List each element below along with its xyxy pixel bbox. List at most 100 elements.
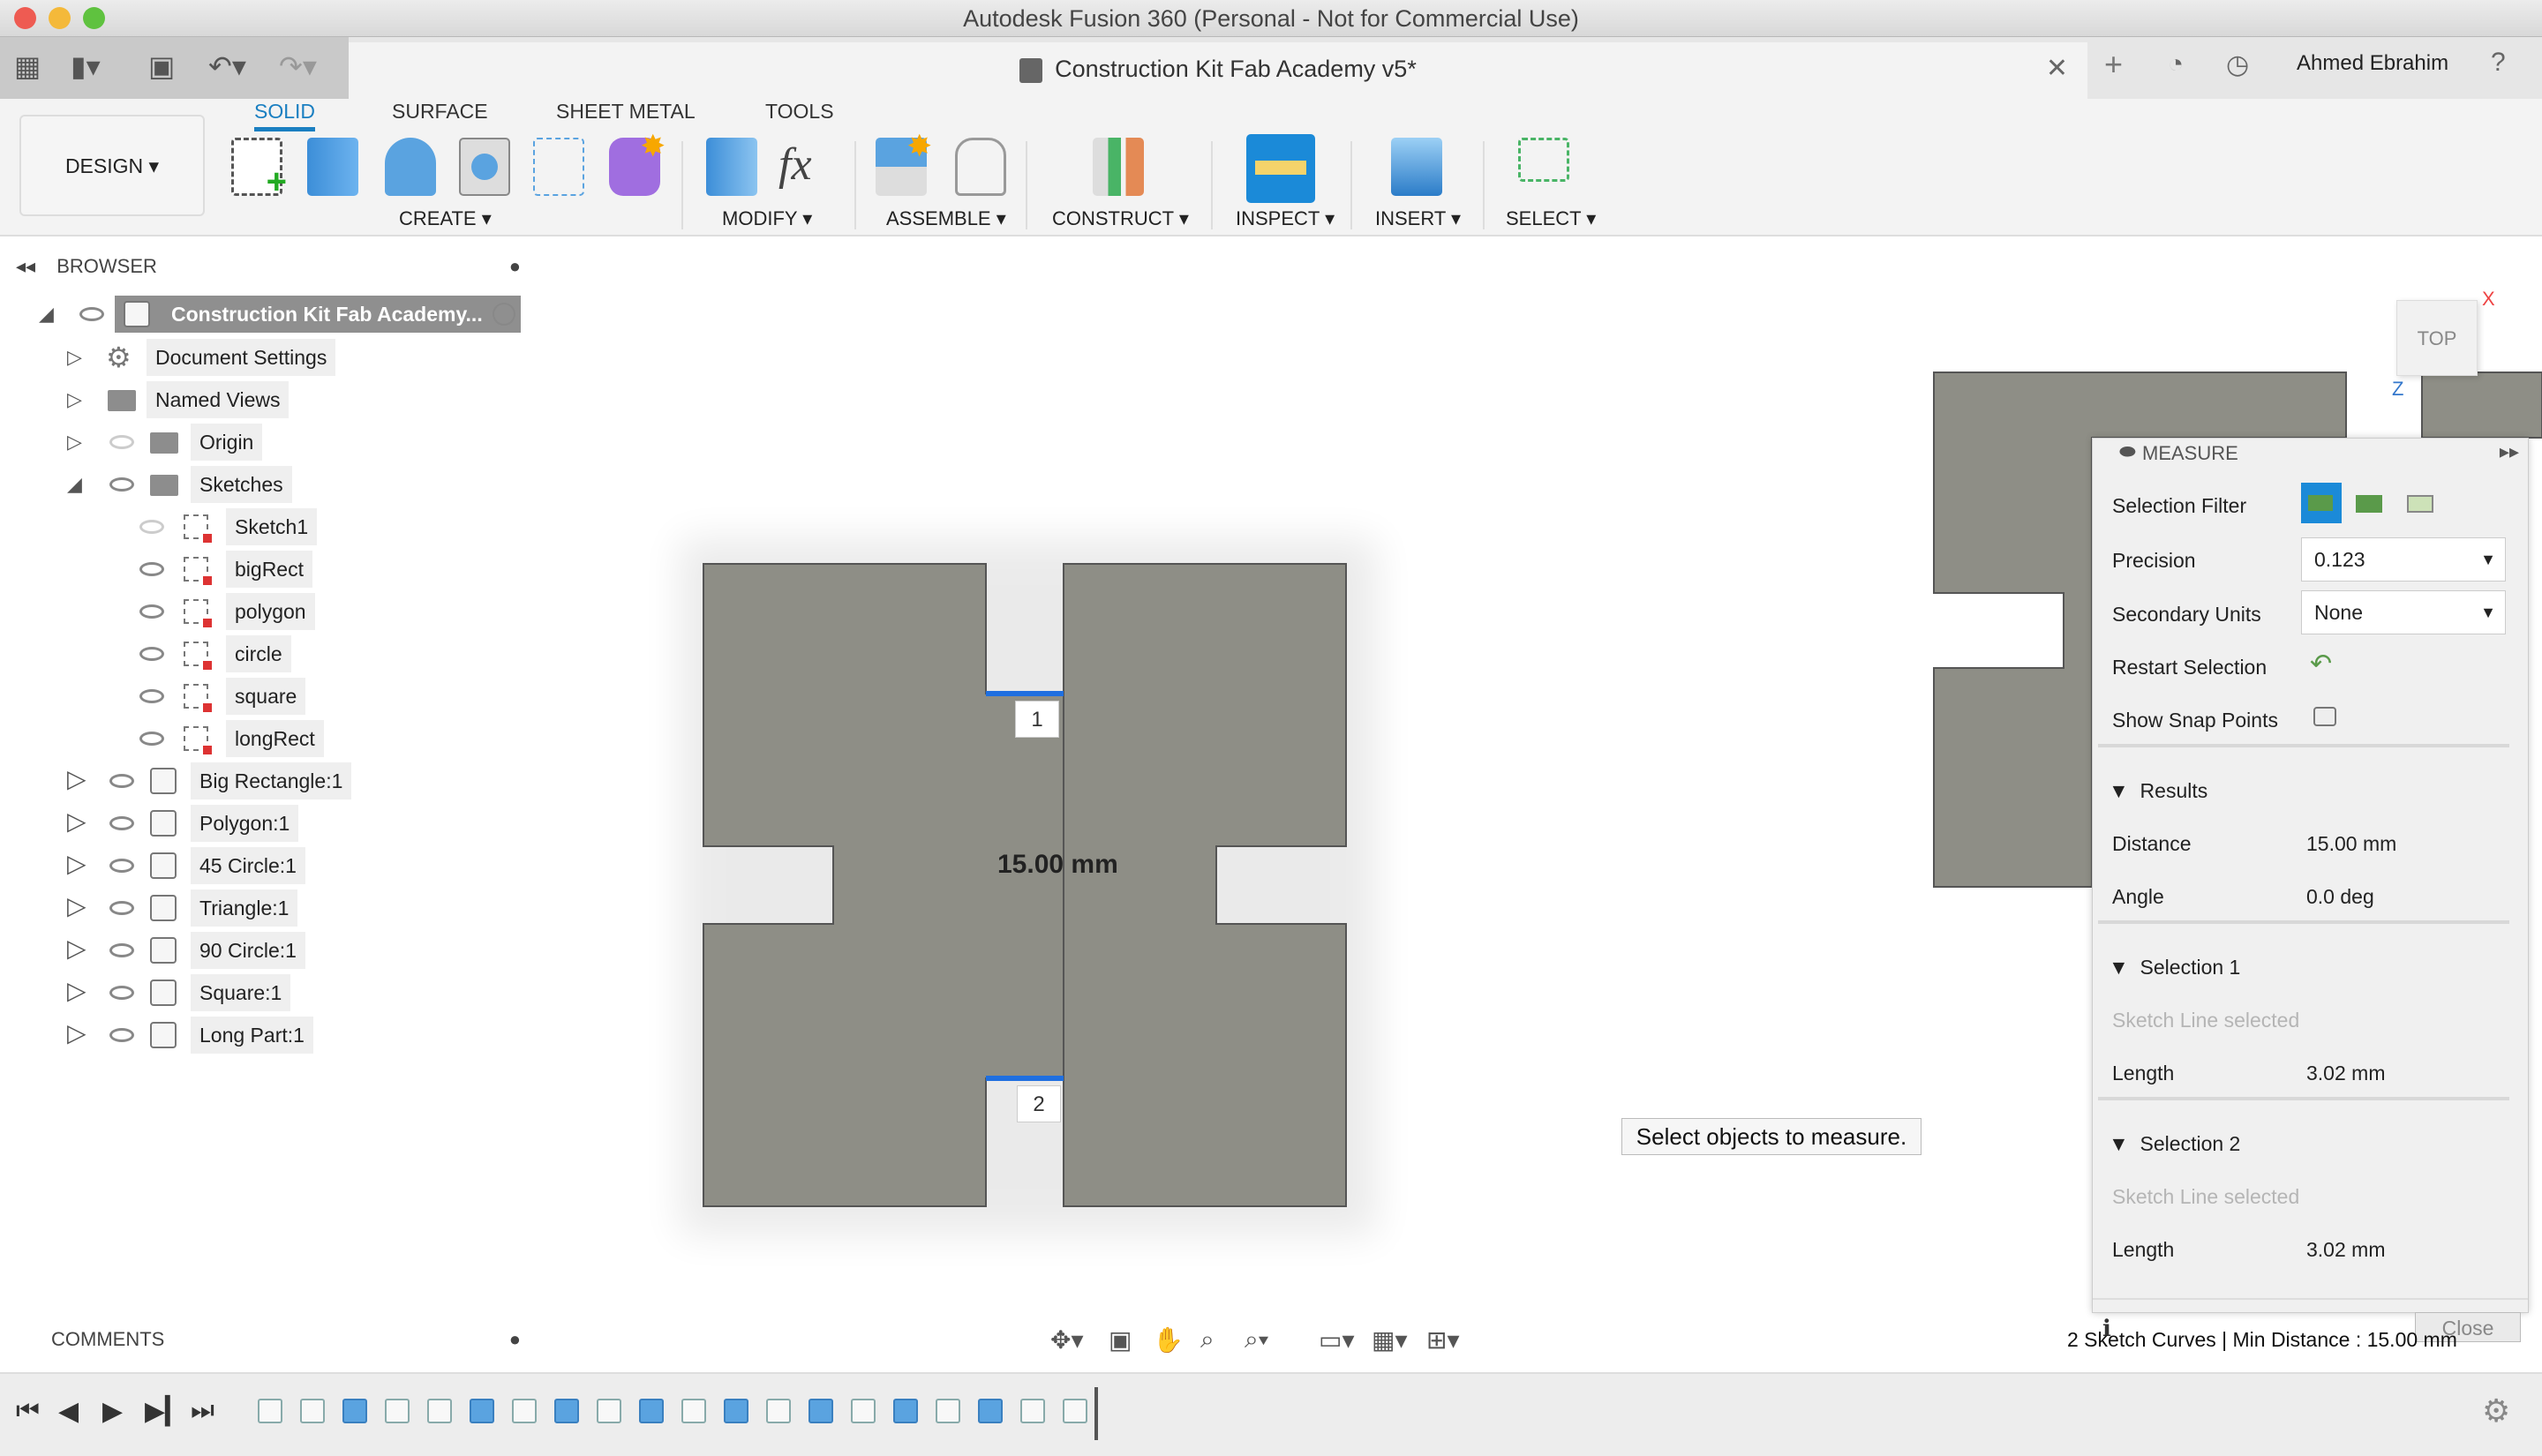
tab-solid[interactable]: SOLID bbox=[254, 100, 316, 131]
timeline-feature[interactable] bbox=[470, 1399, 494, 1423]
insert-menu[interactable]: INSERT ▾ bbox=[1375, 207, 1461, 230]
create-form-icon[interactable]: ✸ bbox=[609, 130, 666, 196]
timeline-marker[interactable] bbox=[1094, 1387, 1098, 1440]
inspect-menu[interactable]: INSPECT ▾ bbox=[1236, 207, 1335, 230]
workspace-switcher[interactable]: DESIGN ▾ bbox=[19, 115, 205, 216]
go-to-start-button[interactable]: ⏮ bbox=[16, 1396, 40, 1426]
filter-face-button[interactable] bbox=[2356, 495, 2382, 513]
distance-label: Distance bbox=[2112, 832, 2192, 855]
new-component-icon[interactable]: ✸ bbox=[876, 130, 932, 196]
divider bbox=[2098, 1097, 2509, 1100]
filter-edge-button[interactable] bbox=[2407, 495, 2433, 513]
press-pull-icon[interactable] bbox=[706, 138, 757, 196]
viewports-icon[interactable]: ⊞▾ bbox=[1426, 1325, 1460, 1355]
orbit-icon[interactable]: ✥▾ bbox=[1050, 1325, 1084, 1355]
timeline-feature[interactable] bbox=[851, 1399, 876, 1423]
job-status-icon[interactable]: ◔ bbox=[2168, 49, 2184, 79]
timeline-feature[interactable] bbox=[554, 1399, 579, 1423]
step-forward-button[interactable]: ▶▎ bbox=[145, 1396, 185, 1427]
step-back-button[interactable]: ◀ bbox=[58, 1396, 79, 1427]
precision-label: Precision bbox=[2112, 549, 2196, 572]
chevron-down-icon: ▼ bbox=[2480, 604, 2496, 621]
notifications-icon[interactable]: ◷ bbox=[2226, 49, 2249, 80]
offset-plane-icon[interactable] bbox=[1093, 138, 1144, 196]
hole-icon[interactable] bbox=[459, 138, 510, 196]
go-to-end-button[interactable]: ⏭ bbox=[191, 1396, 214, 1426]
undo-icon[interactable]: ↶▾ bbox=[208, 49, 246, 83]
timeline-feature[interactable] bbox=[258, 1399, 282, 1423]
measure-collapse-icon[interactable]: ⬬ bbox=[2119, 440, 2136, 463]
timeline-feature[interactable] bbox=[1020, 1399, 1045, 1423]
look-at-icon[interactable]: ▣ bbox=[1109, 1325, 1132, 1355]
file-icon[interactable]: ▮▾ bbox=[71, 49, 101, 83]
precision-dropdown[interactable]: 0.123 ▼ bbox=[2301, 537, 2506, 582]
filter-body-button[interactable] bbox=[2301, 483, 2342, 523]
tab-surface[interactable]: SURFACE bbox=[392, 100, 488, 124]
selection1-type: Sketch Line selected bbox=[2112, 1009, 2300, 1032]
timeline-feature[interactable] bbox=[893, 1399, 918, 1423]
timeline-feature[interactable] bbox=[639, 1399, 664, 1423]
create-menu[interactable]: CREATE ▾ bbox=[399, 207, 492, 230]
tab-tools[interactable]: TOOLS bbox=[765, 100, 834, 124]
revolve-icon[interactable] bbox=[385, 138, 436, 196]
show-snap-points-checkbox[interactable] bbox=[2313, 707, 2336, 726]
construct-menu[interactable]: CONSTRUCT ▾ bbox=[1052, 207, 1189, 230]
selection2-type: Sketch Line selected bbox=[2112, 1185, 2300, 1208]
far-right-part[interactable] bbox=[2421, 372, 2542, 439]
redo-icon[interactable]: ↷▾ bbox=[279, 49, 317, 83]
select-icon[interactable] bbox=[1518, 138, 1569, 182]
close-window-button[interactable] bbox=[14, 7, 36, 29]
new-tab-icon[interactable]: + bbox=[2104, 46, 2123, 83]
timeline-feature[interactable] bbox=[808, 1399, 833, 1423]
timeline-feature[interactable] bbox=[597, 1399, 621, 1423]
timeline-feature[interactable] bbox=[936, 1399, 960, 1423]
measure-header[interactable]: ⬬ MEASURE ▸▸ bbox=[2093, 439, 2528, 465]
document-cube-icon bbox=[1019, 57, 1043, 83]
document-tab[interactable]: Construction Kit Fab Academy v5* ✕ bbox=[349, 42, 2087, 99]
timeline-feature[interactable] bbox=[681, 1399, 706, 1423]
maximize-window-button[interactable] bbox=[83, 7, 105, 29]
secondary-units-dropdown[interactable]: None ▼ bbox=[2301, 590, 2506, 634]
results-header[interactable]: ▼ Results bbox=[2109, 779, 2207, 803]
settings-gear-icon[interactable]: ⚙ bbox=[2482, 1392, 2510, 1430]
expand-panel-icon[interactable]: ▸▸ bbox=[2500, 440, 2519, 463]
timeline-feature[interactable] bbox=[978, 1399, 1003, 1423]
tab-sheet-metal[interactable]: SHEET METAL bbox=[556, 100, 696, 124]
timeline-feature[interactable] bbox=[300, 1399, 325, 1423]
user-name[interactable]: Ahmed Ebrahim bbox=[2297, 51, 2448, 76]
assemble-menu[interactable]: ASSEMBLE ▾ bbox=[886, 207, 1006, 230]
timeline-feature[interactable] bbox=[512, 1399, 537, 1423]
parameters-icon[interactable]: fx bbox=[778, 138, 830, 196]
pan-icon[interactable]: ✋ bbox=[1153, 1325, 1184, 1355]
modify-menu[interactable]: MODIFY ▾ bbox=[722, 207, 812, 230]
selection2-header[interactable]: ▼ Selection 2 bbox=[2109, 1132, 2240, 1156]
extrude-icon[interactable] bbox=[307, 138, 358, 196]
timeline-feature[interactable] bbox=[342, 1399, 367, 1423]
minimize-window-button[interactable] bbox=[49, 7, 71, 29]
timeline-feature[interactable] bbox=[427, 1399, 452, 1423]
joint-icon[interactable] bbox=[955, 138, 1006, 196]
help-icon[interactable]: ? bbox=[2491, 48, 2506, 78]
selection1-header[interactable]: ▼ Selection 1 bbox=[2109, 956, 2240, 979]
timeline-feature[interactable] bbox=[724, 1399, 748, 1423]
display-settings-icon[interactable]: ▭▾ bbox=[1319, 1325, 1355, 1355]
select-menu[interactable]: SELECT ▾ bbox=[1506, 207, 1596, 230]
divider bbox=[1026, 141, 1027, 229]
play-button[interactable]: ▶ bbox=[102, 1396, 123, 1427]
pattern-icon[interactable] bbox=[533, 138, 584, 196]
viewcube[interactable]: TOP bbox=[2396, 300, 2478, 376]
insert-image-icon[interactable] bbox=[1391, 138, 1442, 196]
close-tab-icon[interactable]: ✕ bbox=[2046, 42, 2068, 95]
measure-icon[interactable] bbox=[1246, 134, 1315, 203]
app-grid-icon[interactable]: ▦ bbox=[14, 49, 41, 83]
restart-selection-icon[interactable]: ↶ bbox=[2310, 649, 2332, 679]
timeline-feature[interactable] bbox=[385, 1399, 410, 1423]
grid-settings-icon[interactable]: ▦▾ bbox=[1372, 1325, 1408, 1355]
save-icon[interactable]: ▣ bbox=[148, 49, 175, 83]
timeline-feature[interactable] bbox=[1063, 1399, 1087, 1423]
zoom-icon[interactable]: ⌕ bbox=[1200, 1325, 1215, 1355]
timeline-feature[interactable] bbox=[766, 1399, 791, 1423]
create-sketch-icon[interactable]: + bbox=[231, 138, 287, 201]
restart-selection-label: Restart Selection bbox=[2112, 656, 2267, 679]
fit-icon[interactable]: ⌕▾ bbox=[1245, 1325, 1268, 1355]
